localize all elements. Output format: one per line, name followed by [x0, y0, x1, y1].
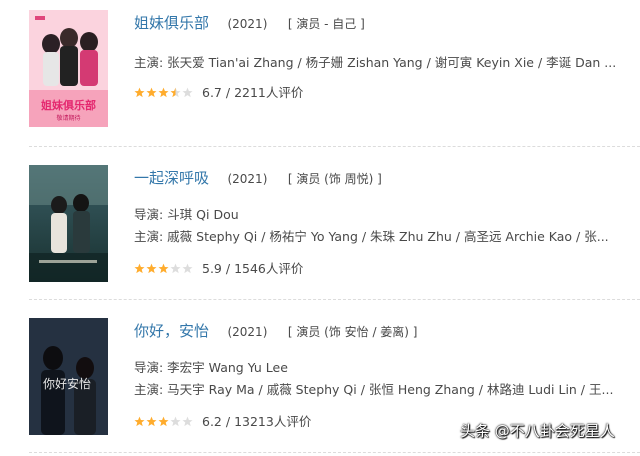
star-icon: [170, 416, 181, 427]
poster-image[interactable]: 姐妹俱乐部 敬请期待: [29, 10, 108, 127]
star-icon: [182, 416, 193, 427]
poster-image[interactable]: 你好安怡: [29, 318, 108, 435]
item-title-link[interactable]: 姐妹俱乐部: [134, 14, 209, 32]
item-year: (2021): [227, 17, 268, 31]
cast-line: 主演: 张天爱 Tian'ai Zhang / 杨子姗 Zishan Yang …: [134, 55, 617, 70]
divider: [29, 146, 640, 147]
item-role: [ 演员 - 自己 ]: [287, 17, 365, 31]
item-title-link[interactable]: 你好，安怡: [134, 322, 209, 340]
star-icon: [134, 416, 145, 427]
cast-line: 主演: 戚薇 Stephy Qi / 杨祐宁 Yo Yang / 朱珠 Zhu …: [134, 229, 609, 244]
director-line: 导演: 斗琪 Qi Dou: [134, 207, 239, 222]
star-icon: [170, 263, 181, 274]
rating-stars-icon: [134, 416, 194, 427]
star-icon: [182, 263, 193, 274]
item-role: [ 演员 (饰 安怡 / 姜离) ]: [287, 325, 418, 339]
star-icon: [146, 263, 157, 274]
rating-score: 6.2: [202, 414, 222, 429]
star-icon: [170, 87, 181, 98]
rating-stars-icon: [134, 263, 194, 274]
star-icon: [146, 416, 157, 427]
poster-title-text: 你好安怡: [43, 376, 91, 391]
rating-count: 13213人评价: [234, 414, 312, 429]
item-year: (2021): [227, 172, 268, 186]
star-icon: [182, 87, 193, 98]
item-title-link[interactable]: 一起深呼吸: [134, 169, 209, 187]
rating-count: 2211人评价: [234, 85, 304, 100]
star-icon: [134, 87, 145, 98]
item-year: (2021): [227, 325, 268, 339]
cast-line: 主演: 马天宇 Ray Ma / 戚薇 Stephy Qi / 张恒 Heng …: [134, 382, 614, 397]
star-icon: [158, 263, 169, 274]
rating-row: 6.2 / 13213人评价: [134, 411, 311, 430]
separator: /: [221, 414, 235, 429]
director-line: 导演: 李宏宇 Wang Yu Lee: [134, 360, 288, 375]
poster-subtitle-text: 敬请期待: [56, 114, 80, 122]
divider: [29, 452, 640, 453]
rating-row: 6.7 / 2211人评价: [134, 82, 303, 101]
rating-stars-icon: [134, 87, 194, 98]
separator: /: [221, 85, 235, 100]
star-icon: [134, 263, 145, 274]
star-icon: [146, 87, 157, 98]
rating-score: 5.9: [202, 261, 222, 276]
poster-image[interactable]: [29, 165, 108, 282]
rating-row: 5.9 / 1546人评价: [134, 258, 303, 277]
rating-count: 1546人评价: [234, 261, 304, 276]
divider: [29, 299, 640, 300]
star-icon: [158, 87, 169, 98]
rating-score: 6.7: [202, 85, 222, 100]
separator: /: [221, 261, 235, 276]
item-role: [ 演员 (饰 周悦) ]: [287, 172, 382, 186]
watermark-text: 头条 @不八卦会死星人: [460, 422, 615, 440]
poster-title-text: 姐妹俱乐部: [41, 98, 96, 112]
star-icon: [158, 416, 169, 427]
